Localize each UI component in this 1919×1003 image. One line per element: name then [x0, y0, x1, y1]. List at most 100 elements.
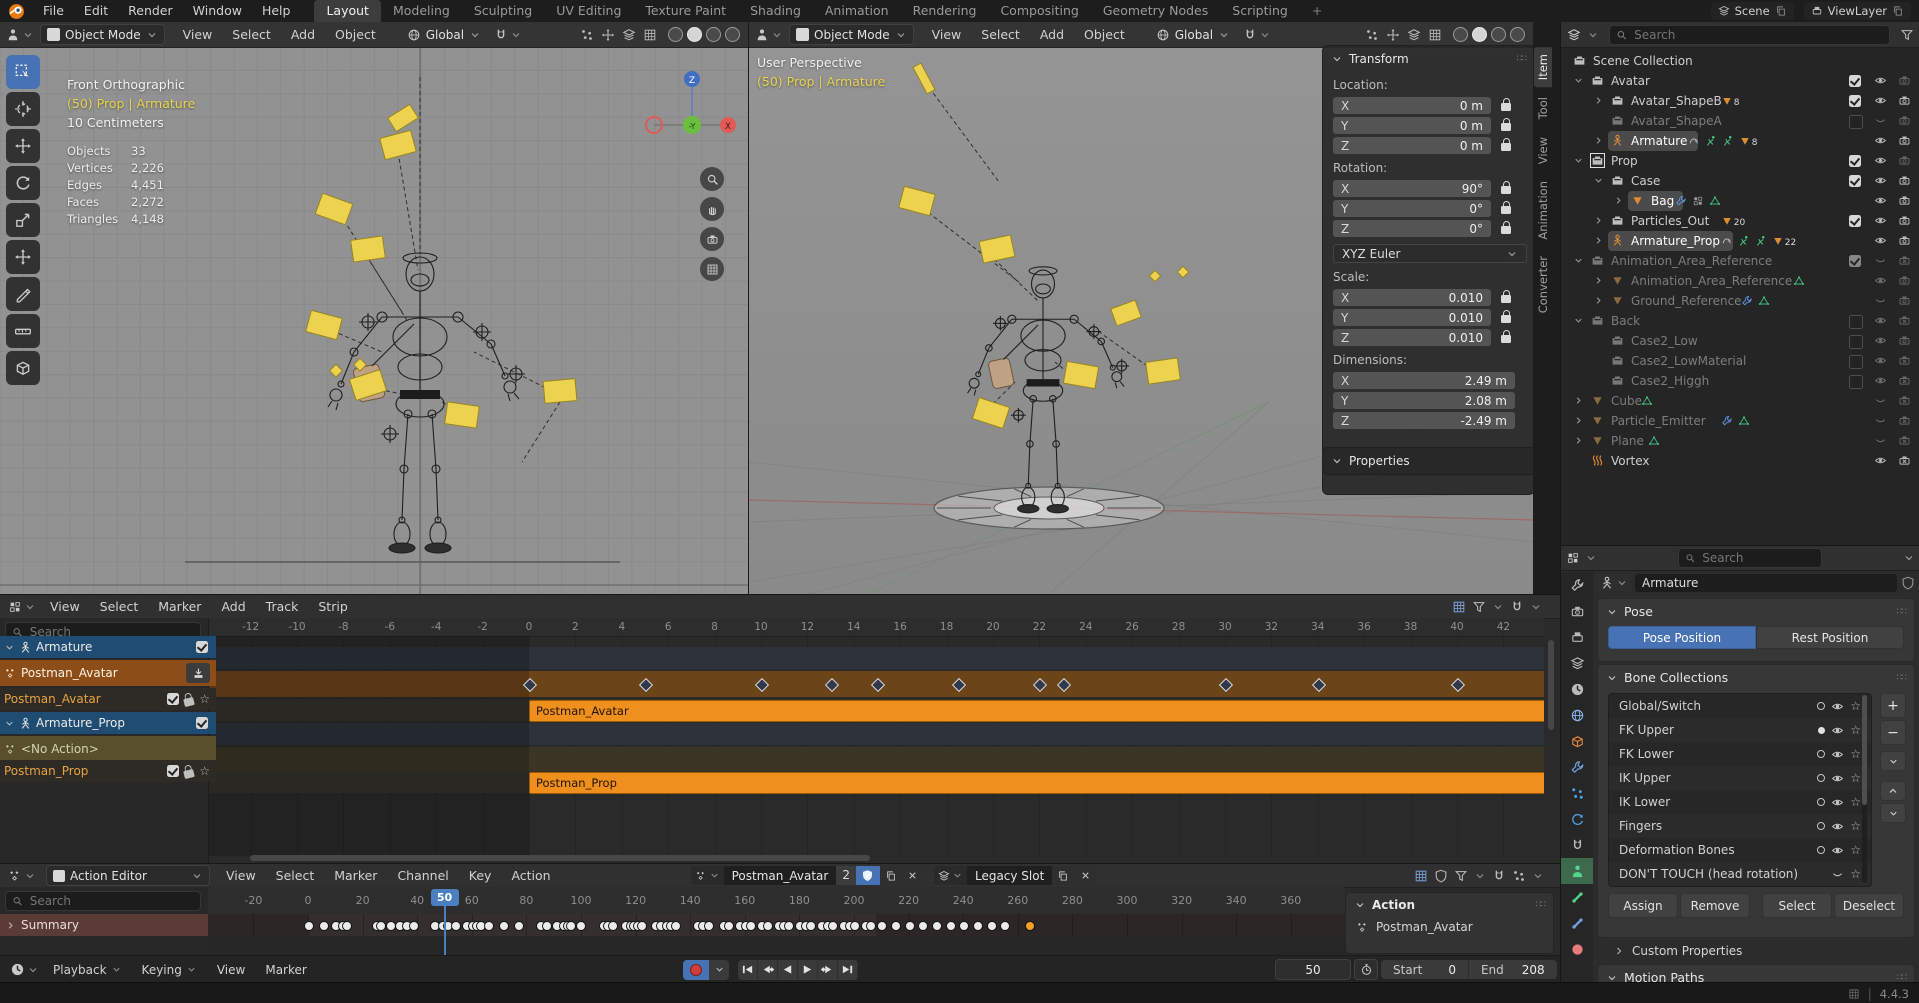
nla-channel-track[interactable]: Postman_Prop [0, 760, 216, 782]
eye-open-icon[interactable] [1831, 820, 1844, 833]
pose-button-rest-position[interactable]: Rest Position [1756, 626, 1904, 649]
dope-ruler[interactable]: -200204060801001201401601802002202402602… [208, 887, 1345, 915]
eye-open-icon[interactable] [1831, 796, 1844, 809]
panel-grip-icon[interactable] [1897, 973, 1906, 983]
jump-to-start-button[interactable] [738, 960, 758, 980]
camera-icon[interactable] [1898, 274, 1911, 287]
camera-view-button[interactable] [700, 227, 724, 251]
outliner-row[interactable]: Particles_Out20 [1561, 211, 1919, 231]
visibility-checkbox[interactable] [1849, 115, 1863, 129]
sidebar-tab-view[interactable]: View [1534, 130, 1552, 171]
rotate-tool[interactable] [6, 166, 40, 200]
keyframe-dot[interactable] [987, 921, 997, 931]
breadcrumb-type-chip[interactable] [1597, 575, 1631, 591]
expand-collapse-icon[interactable] [1573, 155, 1584, 166]
nla-strip[interactable]: Postman_Avatar [529, 700, 1544, 722]
nla-menu-strip[interactable]: Strip [308, 595, 357, 618]
annotate-tool[interactable] [6, 277, 40, 311]
panel-grip-icon[interactable] [1536, 900, 1545, 910]
topbar-menu-edit[interactable]: Edit [74, 0, 118, 22]
bone-collections-assign-button[interactable]: Assign [1608, 893, 1678, 918]
solo-star-icon[interactable] [1850, 867, 1861, 881]
rotation-mode-dropdown[interactable]: XYZ Euler [1333, 244, 1527, 263]
visibility-checkbox[interactable] [1849, 375, 1863, 389]
sidebar-tab-item[interactable]: Item [1534, 47, 1552, 87]
viewport-right[interactable]: Object ModeViewSelectAddObjectGlobal Use… [749, 22, 1533, 594]
snap-magnet-icon[interactable] [1492, 869, 1506, 883]
keyframe-dot[interactable] [484, 921, 494, 931]
sidebar-tab-converter[interactable]: Converter [1534, 249, 1552, 320]
scale-field-x[interactable]: X0.010 [1333, 289, 1491, 306]
outliner-row[interactable]: Avatar_ShapeB8 [1561, 91, 1919, 111]
track-checkbox[interactable] [167, 693, 179, 705]
visibility-checkbox[interactable] [1849, 355, 1863, 369]
viewport-menu-select[interactable]: Select [222, 24, 281, 46]
properties-tab-scene[interactable] [1561, 676, 1593, 702]
move-tool[interactable] [6, 129, 40, 163]
panel-grip-icon[interactable] [1897, 607, 1906, 617]
overlays-toggle-icon[interactable] [622, 28, 636, 42]
eye-open-icon[interactable] [1831, 844, 1844, 857]
eye-open-icon[interactable] [1874, 314, 1887, 327]
chevron-down-icon[interactable] [1903, 552, 1915, 564]
nla-menu-add[interactable]: Add [211, 595, 255, 618]
action-datablock[interactable]: Postman_Avatar2 [691, 866, 924, 885]
nla-channel-object[interactable]: Armature_Prop [0, 712, 216, 734]
workspace-tab-sculpting[interactable]: Sculpting [462, 0, 544, 22]
visibility-checkbox[interactable] [1849, 335, 1863, 349]
shading-wireframe-icon[interactable] [668, 27, 683, 42]
nla-editor-dropdown[interactable] [4, 600, 40, 614]
viewport-menu-view[interactable]: View [922, 24, 972, 46]
nla-vscrollbar[interactable] [1548, 640, 1554, 730]
lock-icon[interactable] [1501, 123, 1511, 131]
expand-collapse-icon[interactable] [1573, 255, 1584, 266]
dope-search-input[interactable] [28, 893, 194, 909]
bone-collections-deselect-button[interactable]: Deselect [1834, 893, 1904, 918]
keyframe-dot[interactable] [566, 921, 576, 931]
action-pushdown-button[interactable] [186, 663, 210, 683]
bone-collection-row[interactable]: Fingers [1609, 814, 1871, 838]
visibility-checkbox[interactable] [1849, 175, 1861, 187]
next-keyframe-button[interactable] [818, 960, 838, 980]
bone-collections-scrollbar[interactable] [1862, 695, 1867, 883]
track-solo-star-icon[interactable] [199, 764, 210, 778]
dimension-field-y[interactable]: Y2.08 m [1333, 392, 1515, 409]
properties-tab-bone[interactable] [1561, 884, 1593, 910]
location-field-y[interactable]: Y0 m [1333, 117, 1491, 134]
camera-disabled-icon[interactable] [1898, 414, 1911, 427]
transform-panel-header[interactable]: Transform [1323, 46, 1533, 72]
view-blue-icon[interactable] [1452, 600, 1466, 614]
lock-icon[interactable] [1501, 315, 1511, 323]
workspace-tab-compositing[interactable]: Compositing [988, 0, 1090, 22]
nla-channel-track[interactable]: Postman_Avatar [0, 688, 216, 710]
outliner-row[interactable]: Animation_Area_Reference [1561, 271, 1919, 291]
outliner-row[interactable]: Avatar_ShapeA [1561, 111, 1919, 131]
duplicate-slot-button[interactable] [1052, 866, 1074, 885]
visibility-checkbox[interactable] [1849, 155, 1861, 167]
workspace-add-button[interactable]: + [1300, 0, 1334, 22]
keyframe-dot[interactable] [637, 921, 647, 931]
slot-datablock[interactable]: Legacy Slot [934, 866, 1096, 885]
outliner-row[interactable]: Armature8 [1561, 131, 1919, 151]
dope-menu-marker[interactable]: Marker [324, 864, 387, 887]
lock-icon[interactable] [1501, 206, 1511, 214]
unlink-action-button[interactable] [902, 866, 924, 885]
visibility-checkbox[interactable] [1849, 215, 1861, 227]
current-frame-badge[interactable]: 50 [431, 889, 459, 906]
outliner-row[interactable]: Case2_Higgh [1561, 371, 1919, 391]
nla-menu-select[interactable]: Select [90, 595, 149, 618]
dropdown-icon[interactable] [1532, 870, 1544, 882]
editor-type-dropdown[interactable] [749, 28, 789, 42]
lock-icon[interactable] [1501, 295, 1511, 303]
keyframe-dot[interactable] [608, 921, 618, 931]
lock-icon[interactable] [1501, 186, 1511, 194]
keyframe-dot-selected[interactable] [1025, 921, 1035, 931]
properties-tab-viewlayer[interactable] [1561, 650, 1593, 676]
dimension-field-x[interactable]: X2.49 m [1333, 372, 1515, 389]
playbar-menu-view[interactable]: View [207, 963, 255, 977]
outliner-search[interactable] [1609, 25, 1890, 45]
scale-field-y[interactable]: Y0.010 [1333, 309, 1491, 326]
camera-disabled-icon[interactable] [1898, 434, 1911, 447]
bone-collection-row[interactable]: Deformation Bones [1609, 838, 1871, 862]
workspace-tab-shading[interactable]: Shading [738, 0, 813, 22]
